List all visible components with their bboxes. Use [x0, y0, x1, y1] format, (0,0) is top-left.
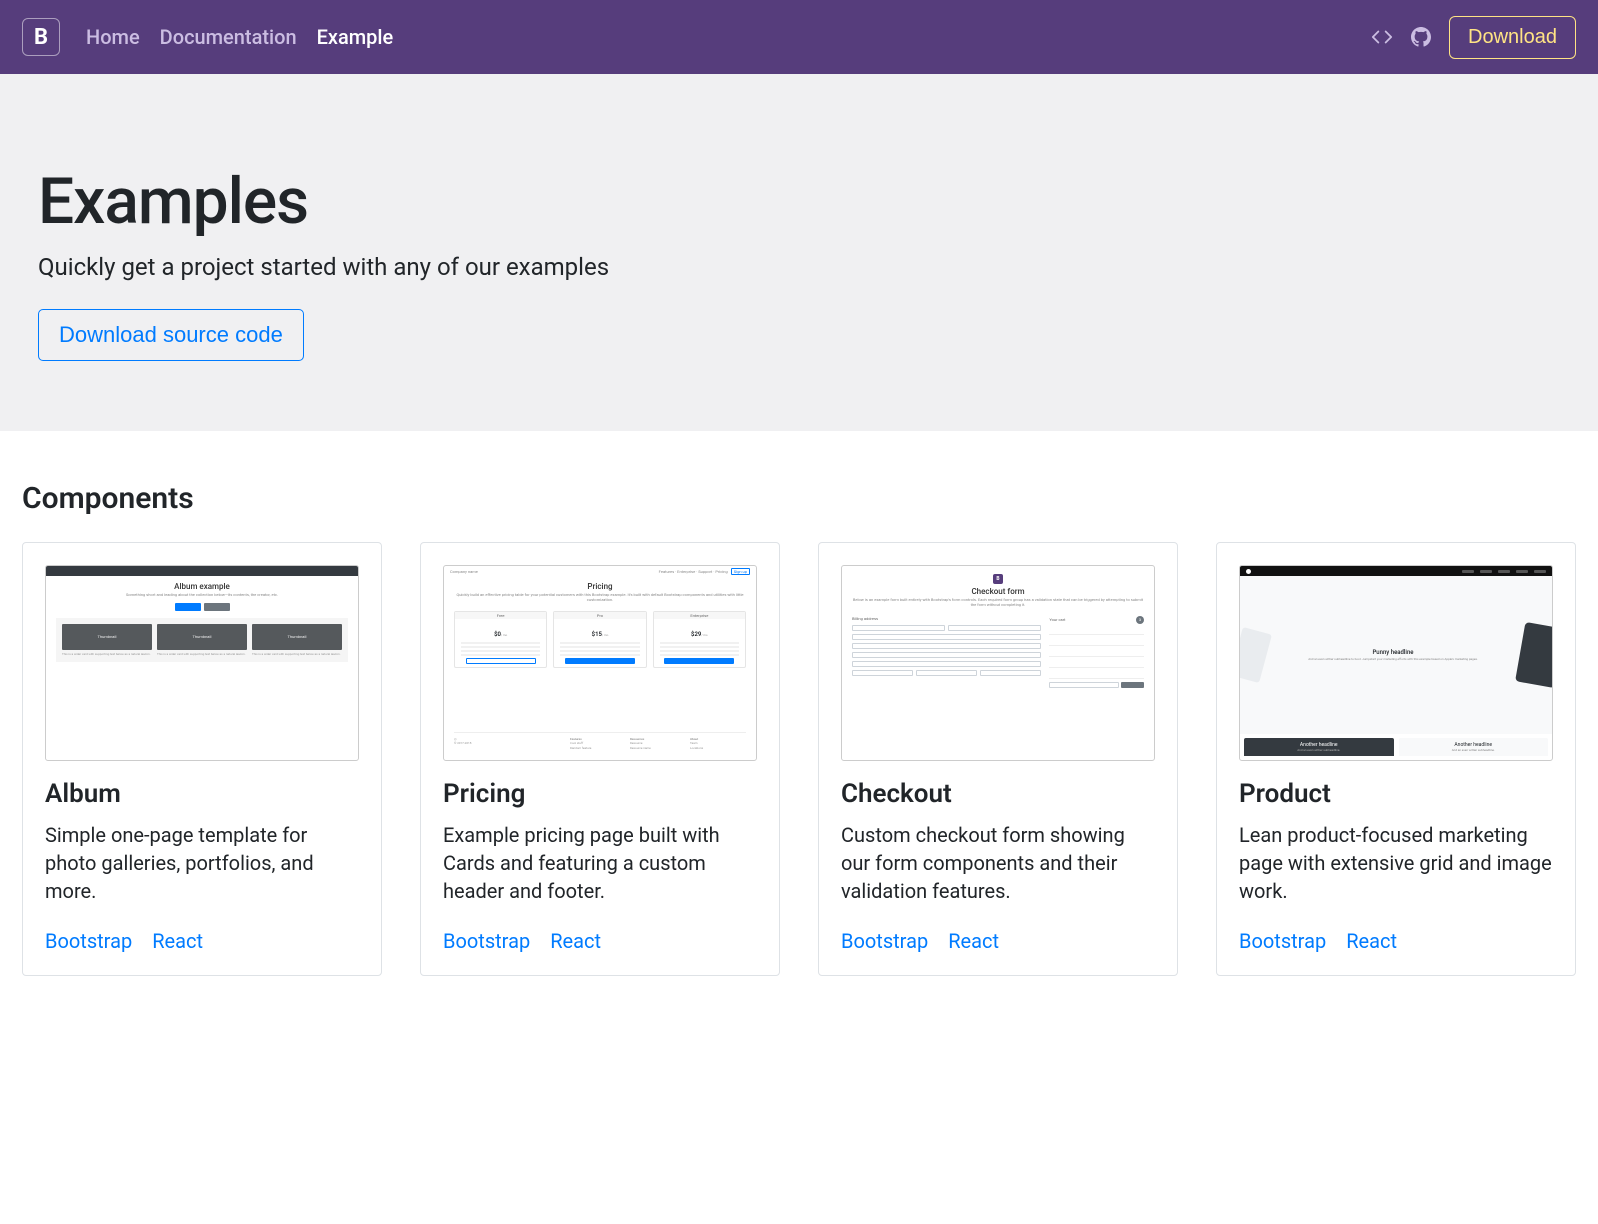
- card-pricing: Company name Features · Enterprise · Sup…: [420, 542, 780, 976]
- thumb-pricing-brand: Company name: [450, 569, 478, 574]
- card-title: Checkout: [841, 779, 1155, 809]
- components-section: Components Album example Something short…: [0, 431, 1598, 1016]
- thumb-checkout-text: Below is an example form built entirely …: [852, 598, 1144, 608]
- card-link-bootstrap[interactable]: Bootstrap: [841, 929, 928, 953]
- card-link-react[interactable]: React: [550, 929, 601, 953]
- card-title: Product: [1239, 779, 1553, 809]
- tier-btn: [664, 658, 734, 664]
- brand-letter: B: [34, 25, 48, 50]
- card-desc: Simple one-page template for photo galle…: [45, 821, 359, 905]
- thumb-product-shape-left: [1239, 627, 1272, 683]
- navbar: B Home Documentation Example Download: [0, 0, 1598, 74]
- thumb-product-subcard: Another headline And an even wittier sub…: [1244, 738, 1394, 756]
- thumb-pricing-footer-col: ResourcesResourceResource name: [630, 737, 686, 751]
- tier-unit: / mo: [501, 633, 507, 637]
- cards-grid: Album example Something short and leadin…: [22, 542, 1576, 976]
- thumb-pricing-tier-enterprise: Enterprise $29/ mo: [653, 611, 746, 668]
- thumb-album-btn-primary: [175, 603, 201, 611]
- card-album: Album example Something short and leadin…: [22, 542, 382, 976]
- nav-documentation[interactable]: Documentation: [160, 25, 297, 49]
- tier-name: Pro: [554, 612, 645, 619]
- tier-price: $29: [691, 631, 701, 638]
- tier-name: Free: [455, 612, 546, 619]
- thumb-album-tile: Thumbnail: [252, 624, 342, 650]
- thumb-product-shape-right: [1515, 622, 1553, 688]
- tier-unit: / mo: [701, 633, 707, 637]
- nav-right: Download: [1371, 16, 1576, 59]
- tier-price: $15: [592, 631, 602, 638]
- card-title: Album: [45, 779, 359, 809]
- thumb-product-subcard-sub: And an even wittier subheadline.: [1246, 748, 1392, 752]
- tier-btn: [466, 658, 536, 664]
- thumb-checkout[interactable]: B Checkout form Below is an example form…: [841, 565, 1155, 761]
- thumb-product-headline: Punny headline: [1308, 649, 1478, 656]
- nav-links: Home Documentation Example: [86, 25, 393, 49]
- thumb-album-header: [46, 566, 358, 576]
- thumb-product-sub: And an even wittier subheadline to boot.…: [1308, 658, 1478, 662]
- brand-logo[interactable]: B: [22, 18, 60, 56]
- card-link-bootstrap[interactable]: Bootstrap: [45, 929, 132, 953]
- download-button[interactable]: Download: [1449, 16, 1576, 59]
- thumb-checkout-logo: B: [993, 574, 1003, 584]
- thumb-product-subcard-sub: And an even wittier subheadline.: [1401, 748, 1547, 752]
- thumb-product[interactable]: Punny headline And an even wittier subhe…: [1239, 565, 1553, 761]
- thumb-album-btn-secondary: [204, 603, 230, 611]
- thumb-album-title: Album example: [174, 582, 230, 591]
- tier-btn: [565, 658, 635, 664]
- card-desc: Custom checkout form showing our form co…: [841, 821, 1155, 905]
- thumb-pricing-footer-col: FeaturesCool stuffRandom feature: [570, 737, 626, 751]
- thumb-pricing-tier-pro: Pro $15/ mo: [553, 611, 646, 668]
- thumb-checkout-cart-badge: 3: [1136, 616, 1144, 624]
- thumb-album-caption: This is a wider card with supporting tex…: [157, 653, 247, 656]
- card-link-react[interactable]: React: [948, 929, 999, 953]
- code-icon[interactable]: [1371, 26, 1393, 48]
- thumb-album-caption: This is a wider card with supporting tex…: [62, 653, 152, 656]
- page-subtitle: Quickly get a project started with any o…: [38, 253, 1560, 281]
- thumb-pricing-footer-col: AboutTeamLocations: [690, 737, 746, 751]
- thumb-pricing-tier-free: Free $0/ mo: [454, 611, 547, 668]
- card-link-react[interactable]: React: [1346, 929, 1397, 953]
- hero: Examples Quickly get a project started w…: [0, 74, 1598, 431]
- thumb-album-tile: Thumbnail: [62, 624, 152, 650]
- thumb-album-caption: This is a wider card with supporting tex…: [252, 653, 342, 656]
- thumb-product-avatar-icon: [1246, 569, 1251, 574]
- card-desc: Example pricing page built with Cards an…: [443, 821, 757, 905]
- thumb-pricing-title: Pricing: [587, 582, 612, 591]
- thumb-album[interactable]: Album example Something short and leadin…: [45, 565, 359, 761]
- card-link-bootstrap[interactable]: Bootstrap: [1239, 929, 1326, 953]
- thumb-checkout-cart-label: Your cart: [1049, 617, 1065, 622]
- card-desc: Lean product-focused marketing page with…: [1239, 821, 1553, 905]
- card-link-react[interactable]: React: [152, 929, 203, 953]
- thumb-product-subcard: Another headline And an even wittier sub…: [1399, 738, 1549, 756]
- page-title: Examples: [38, 164, 1560, 239]
- tier-unit: / mo: [602, 633, 608, 637]
- download-source-button[interactable]: Download source code: [38, 309, 304, 361]
- nav-home[interactable]: Home: [86, 25, 140, 49]
- card-checkout: B Checkout form Below is an example form…: [818, 542, 1178, 976]
- thumb-checkout-billing-label: Billing address: [852, 616, 1041, 621]
- thumb-album-text: Something short and leading about the co…: [126, 593, 278, 598]
- thumb-album-tile: Thumbnail: [157, 624, 247, 650]
- tier-price: $0: [494, 631, 501, 638]
- card-link-bootstrap[interactable]: Bootstrap: [443, 929, 530, 953]
- thumb-pricing-footer-logo: ◎© 2017-2018: [454, 737, 566, 751]
- tier-name: Enterprise: [654, 612, 745, 619]
- github-icon[interactable]: [1411, 27, 1431, 47]
- thumb-pricing-nav: Features · Enterprise · Support · Pricin…: [659, 569, 750, 574]
- thumb-pricing-text: Quickly build an effective pricing table…: [454, 593, 746, 603]
- thumb-checkout-title: Checkout form: [971, 587, 1024, 596]
- thumb-pricing[interactable]: Company name Features · Enterprise · Sup…: [443, 565, 757, 761]
- nav-example[interactable]: Example: [317, 25, 394, 49]
- section-title: Components: [22, 481, 1576, 516]
- card-product: Punny headline And an even wittier subhe…: [1216, 542, 1576, 976]
- card-title: Pricing: [443, 779, 757, 809]
